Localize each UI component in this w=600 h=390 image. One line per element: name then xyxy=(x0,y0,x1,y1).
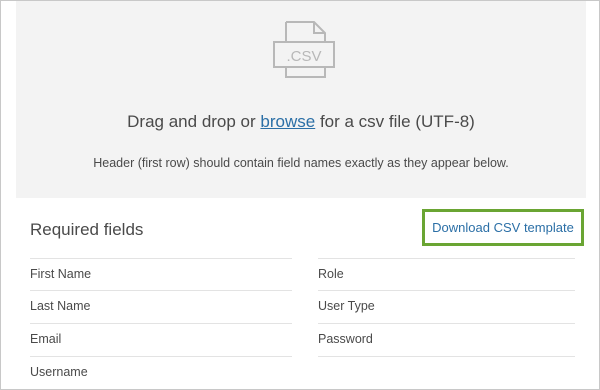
csv-file-icon: .CSV xyxy=(273,21,335,78)
required-fields-title: Required fields xyxy=(30,220,144,239)
csv-icon-label: .CSV xyxy=(286,48,321,65)
browse-link[interactable]: browse xyxy=(260,112,315,131)
field-user-type: User Type xyxy=(318,291,575,324)
csv-dropzone[interactable]: .CSV Drag and drop or browse for a csv f… xyxy=(16,1,586,198)
field-email: Email xyxy=(30,324,292,357)
field-password: Password xyxy=(318,324,575,357)
field-first-name: First Name xyxy=(30,258,292,291)
drop-text-suffix: for a csv file (UTF-8) xyxy=(315,112,475,131)
field-role: Role xyxy=(318,258,575,291)
field-last-name: Last Name xyxy=(30,291,292,324)
download-csv-template-button[interactable]: Download CSV template xyxy=(422,209,584,246)
drop-text-prefix: Drag and drop or xyxy=(127,112,261,131)
header-hint: Header (first row) should contain field … xyxy=(93,156,509,170)
field-username: Username xyxy=(30,365,88,379)
drop-instructions: Drag and drop or browse for a csv file (… xyxy=(16,112,586,132)
import-users-panel: .CSV Drag and drop or browse for a csv f… xyxy=(0,0,600,390)
